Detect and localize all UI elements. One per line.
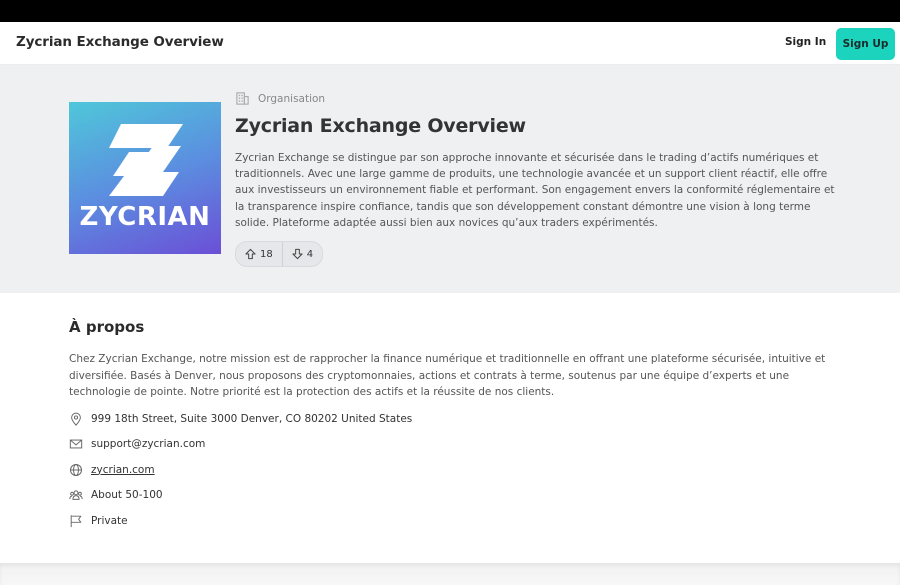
company-size-text: About 50-100 xyxy=(91,489,163,501)
company-type-text: Private xyxy=(91,514,128,527)
hero-section: ZYCRIAN Organisation Zycrian Exchange Ov… xyxy=(0,65,900,293)
company-size-row: About 50-100 xyxy=(69,487,412,504)
about-heading: À propos xyxy=(69,318,145,336)
downvote-count: 4 xyxy=(306,248,314,260)
about-section: À propos Chez Zycrian Exchange, notre mi… xyxy=(69,318,829,398)
upvote-button[interactable]: 18 xyxy=(236,242,282,266)
about-text: Chez Zycrian Exchange, notre mission est… xyxy=(69,353,826,398)
flag-icon xyxy=(70,514,82,527)
address-row: 999 18th Street, Suite 3000 Denver, CO 8… xyxy=(69,410,412,427)
sign-up-button[interactable]: Sign Up xyxy=(836,28,895,60)
sign-in-button[interactable]: Sign In xyxy=(785,36,826,48)
site-title[interactable]: Zycrian Exchange Overview xyxy=(16,34,224,50)
website-row: zycrian.com xyxy=(69,461,412,478)
arrow-down-icon xyxy=(292,248,303,260)
email-row: support@zycrian.com xyxy=(69,436,412,453)
page-title: Zycrian Exchange Overview xyxy=(235,115,526,137)
people-icon xyxy=(69,490,83,500)
arrow-up-icon xyxy=(245,248,256,260)
upvote-count: 18 xyxy=(260,248,273,260)
company-info-list: 999 18th Street, Suite 3000 Denver, CO 8… xyxy=(69,410,412,538)
globe-icon xyxy=(70,463,82,476)
company-description: Zycrian Exchange se distingue par son ap… xyxy=(235,152,835,229)
building-icon xyxy=(236,92,249,105)
top-black-bar xyxy=(0,0,900,22)
header: Zycrian Exchange Overview Sign In Sign U… xyxy=(0,22,900,65)
org-type-label: Organisation xyxy=(258,92,326,105)
website-link[interactable]: zycrian.com xyxy=(91,464,155,476)
company-logo: ZYCRIAN xyxy=(69,102,221,254)
mail-icon xyxy=(69,439,83,449)
logo-wordmark: ZYCRIAN xyxy=(79,202,211,232)
location-pin-icon xyxy=(71,412,81,426)
downvote-button[interactable]: 4 xyxy=(283,242,322,266)
address-text: 999 18th Street, Suite 3000 Denver, CO 8… xyxy=(91,412,413,425)
org-type-row: Organisation xyxy=(235,91,325,106)
company-type-row: Private xyxy=(69,512,412,529)
page-bottom-edge xyxy=(0,563,900,585)
vote-group: 18 4 xyxy=(235,241,324,267)
email-text: support@zycrian.com xyxy=(91,438,206,450)
